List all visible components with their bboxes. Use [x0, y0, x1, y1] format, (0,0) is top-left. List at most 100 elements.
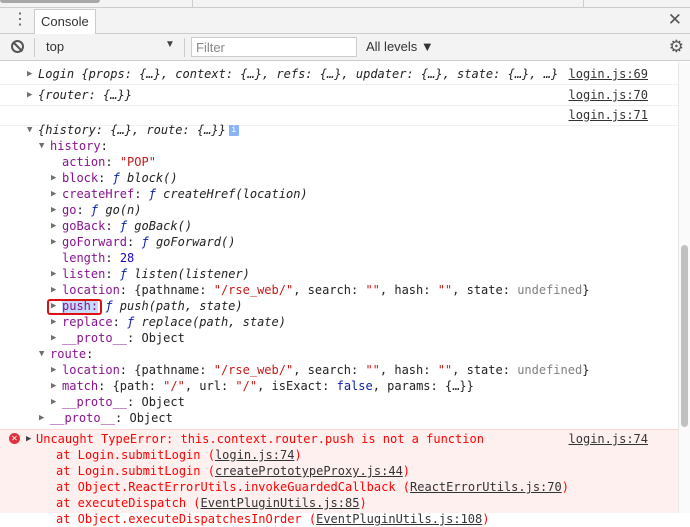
object-property[interactable]: ▶ block: ƒ block() — [0, 170, 678, 186]
object-property[interactable]: ▶ go: ƒ go(n) — [0, 202, 678, 218]
stack-frame: at Login.submitLogin (login.js:74) — [56, 448, 302, 462]
message-text: __proto__: Object — [50, 410, 173, 426]
expand-arrow-icon[interactable]: ▶ — [27, 66, 32, 82]
console-message[interactable]: ▶ Login {props: {…}, context: {…}, refs: … — [0, 66, 678, 82]
context-select[interactable]: top — [46, 39, 64, 54]
token: "" — [365, 283, 380, 297]
gear-icon[interactable]: ⚙ — [669, 37, 684, 57]
source-link[interactable]: login.js:70 — [569, 87, 648, 103]
expand-arrow-icon[interactable]: ▶ — [51, 186, 56, 202]
collapse-arrow-icon[interactable]: ▼ — [39, 346, 44, 362]
stack-link[interactable]: EventPluginUtils.js:85 — [201, 496, 360, 510]
token: , search: — [293, 363, 366, 377]
stack-frame: at Object.executeDispatchesInOrder (Even… — [56, 512, 490, 526]
source-link[interactable]: login.js:69 — [569, 66, 648, 82]
token: "" — [437, 363, 453, 377]
token: : — [112, 315, 128, 329]
object-property[interactable]: ▶ __proto__: Object — [0, 410, 678, 426]
chevron-down-icon[interactable]: ▼ — [165, 39, 175, 50]
log-levels-dropdown[interactable]: All levels ▼ — [366, 39, 434, 54]
object-property[interactable]: ▼ route: — [0, 346, 678, 362]
object-property[interactable]: ▶ location: {pathname: "/rse_web/", searc… — [0, 282, 678, 298]
scrollbar[interactable] — [678, 62, 690, 513]
object-property[interactable]: ▼ history: — [0, 138, 678, 154]
token: Login {props: {…}, context: {…}, refs: {… — [38, 67, 559, 81]
stack-link[interactable]: EventPluginUtils.js:108 — [316, 512, 482, 526]
token: "/rse_web/" — [213, 363, 294, 377]
token: goForward — [62, 235, 128, 249]
close-icon[interactable]: ✕ — [668, 10, 682, 30]
more-menu-icon[interactable]: ⋮ — [12, 11, 28, 29]
object-property[interactable]: ▶ listen: ƒ listen(listener) — [0, 266, 678, 282]
expand-arrow-icon[interactable]: ▶ — [51, 170, 56, 186]
message-text: history: — [50, 138, 108, 154]
object-property[interactable]: ▶ __proto__: Object — [0, 394, 678, 410]
object-property[interactable]: ▶ replace: ƒ replace(path, state) — [0, 314, 678, 330]
object-property[interactable]: ▶ goForward: ƒ goForward() — [0, 234, 678, 250]
devtools-tabbar: ⋮ Console ✕ — [0, 8, 690, 34]
object-property[interactable]: ▶ match: {path: "/", url: "/", isExact: f… — [0, 378, 678, 394]
expand-arrow-icon[interactable]: ▶ — [51, 202, 56, 218]
info-icon[interactable]: i — [228, 125, 239, 136]
stack-frame: at Login.submitLogin (createPrototypePro… — [56, 464, 411, 478]
object-property[interactable]: ▶ createHref: ƒ createHref(location) — [0, 186, 678, 202]
message-text: __proto__: Object — [62, 330, 185, 346]
token: createHref — [62, 187, 135, 201]
expand-arrow-icon[interactable]: ▶ — [26, 431, 31, 447]
clear-console-icon[interactable] — [11, 40, 24, 53]
collapse-arrow-icon[interactable]: ▼ — [39, 138, 44, 154]
expand-arrow-icon[interactable]: ▶ — [39, 410, 44, 426]
message-text: block: ƒ block() — [62, 170, 178, 186]
stack-link[interactable]: createPrototypeProxy.js:44 — [215, 464, 403, 478]
top-strip — [0, 0, 690, 8]
token: "POP" — [119, 155, 156, 169]
console-message[interactable]: ▶ {router: {…}} login.js:70 — [0, 87, 678, 103]
message-text: Login {props: {…}, context: {…}, refs: {… — [38, 66, 558, 82]
token: push(path, state) — [112, 299, 243, 313]
error-message: ✕ ▶ Uncaught TypeError: this.context.rout… — [0, 429, 678, 526]
token: __proto__ — [62, 331, 128, 345]
token: "" — [365, 363, 380, 377]
highlight-box — [47, 299, 102, 315]
object-property[interactable]: ▶ goBack: ƒ goBack() — [0, 218, 678, 234]
message-text: match: {path: "/", url: "/", isExact: fa… — [62, 378, 474, 394]
message-text: location: {pathname: "/rse_web/", search… — [62, 362, 589, 378]
expand-arrow-icon[interactable]: ▶ — [27, 87, 32, 103]
source-link[interactable]: login.js:74 — [569, 431, 648, 447]
expand-arrow-icon[interactable]: ▶ — [51, 378, 56, 394]
filter-input[interactable] — [191, 37, 357, 57]
scrollbar-thumb[interactable] — [681, 245, 688, 427]
tab-console[interactable]: Console — [34, 9, 96, 34]
token: go — [62, 203, 77, 217]
token: : Object — [127, 331, 185, 345]
expand-arrow-icon[interactable]: ▶ — [51, 218, 56, 234]
stack-function: at executeDispatch ( — [56, 496, 201, 510]
expand-arrow-icon[interactable]: ▶ — [51, 266, 56, 282]
object-property[interactable]: ▶ location: {pathname: "/rse_web/", searc… — [0, 362, 678, 378]
message-text: {router: {…}} — [38, 87, 132, 103]
token: : — [98, 171, 113, 185]
token: : — [127, 235, 142, 249]
token: length — [62, 251, 106, 265]
expand-arrow-icon[interactable]: ▶ — [51, 394, 56, 410]
expand-arrow-icon[interactable]: ▶ — [51, 282, 56, 298]
collapse-arrow-icon[interactable]: ▼ — [27, 122, 32, 138]
object-property: length: 28 — [0, 250, 678, 266]
stack-frame: at executeDispatch (EventPluginUtils.js:… — [56, 496, 367, 510]
console-message[interactable]: ▼ {history: {…}, route: {…}} i — [0, 122, 678, 138]
expand-arrow-icon[interactable]: ▶ — [51, 330, 56, 346]
stack-link[interactable]: ReactErrorUtils.js:70 — [410, 480, 562, 494]
stack-link[interactable]: login.js:74 — [215, 448, 294, 462]
message-text: go: ƒ go(n) — [62, 202, 142, 218]
object-property[interactable]: ▶ __proto__: Object — [0, 330, 678, 346]
divider — [0, 84, 678, 85]
expand-arrow-icon[interactable]: ▶ — [51, 362, 56, 378]
source-link[interactable]: login.js:71 — [569, 107, 648, 123]
token: : Object — [115, 411, 173, 425]
expand-arrow-icon[interactable]: ▶ — [51, 234, 56, 250]
token: : — [86, 347, 94, 361]
token: : — [105, 251, 120, 265]
token: ƒ — [148, 187, 156, 201]
token: , hash: — [379, 363, 438, 377]
expand-arrow-icon[interactable]: ▶ — [51, 314, 56, 330]
